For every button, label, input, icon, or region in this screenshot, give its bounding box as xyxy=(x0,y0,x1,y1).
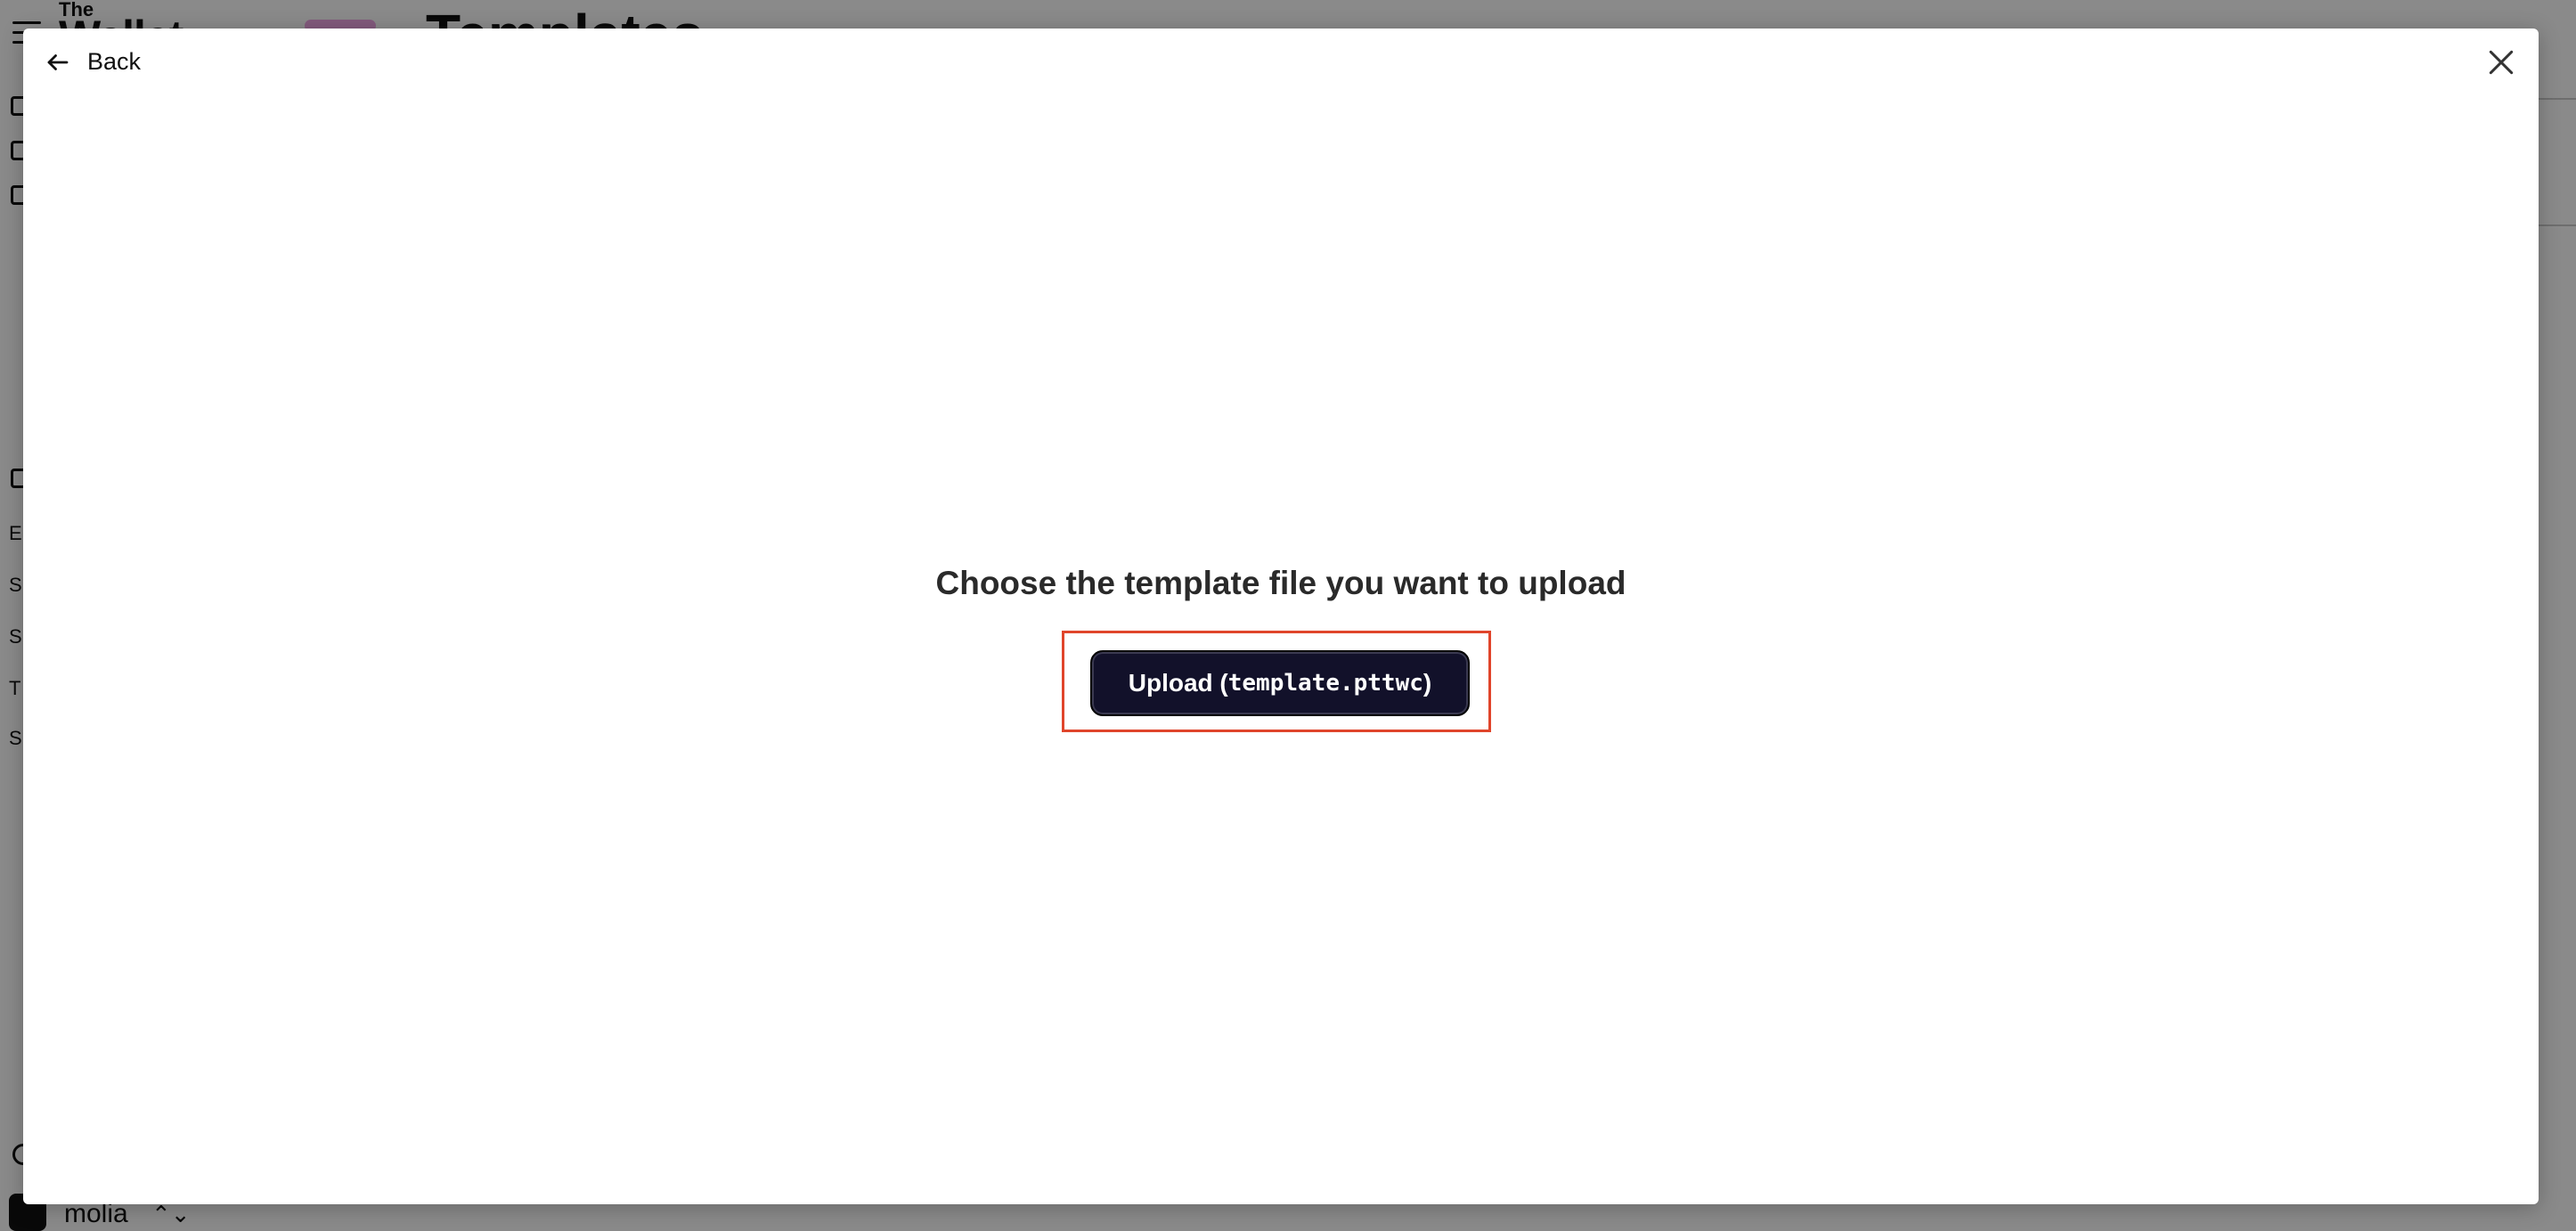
upload-button-suffix: ) xyxy=(1423,669,1432,697)
upload-template-modal: Back Choose the template file you want t… xyxy=(23,29,2539,1204)
back-button[interactable]: Back xyxy=(45,48,141,76)
close-button[interactable] xyxy=(2483,45,2519,80)
close-icon xyxy=(2489,50,2514,75)
upload-button-prefix: Upload ( xyxy=(1128,669,1228,697)
arrow-left-icon xyxy=(47,53,69,70)
upload-template-button[interactable]: Upload (template.pttwc) xyxy=(1090,650,1470,716)
upload-prompt: Choose the template file you want to upl… xyxy=(935,565,1626,601)
back-label: Back xyxy=(87,48,142,75)
upload-button-filename: template.pttwc xyxy=(1227,670,1423,697)
